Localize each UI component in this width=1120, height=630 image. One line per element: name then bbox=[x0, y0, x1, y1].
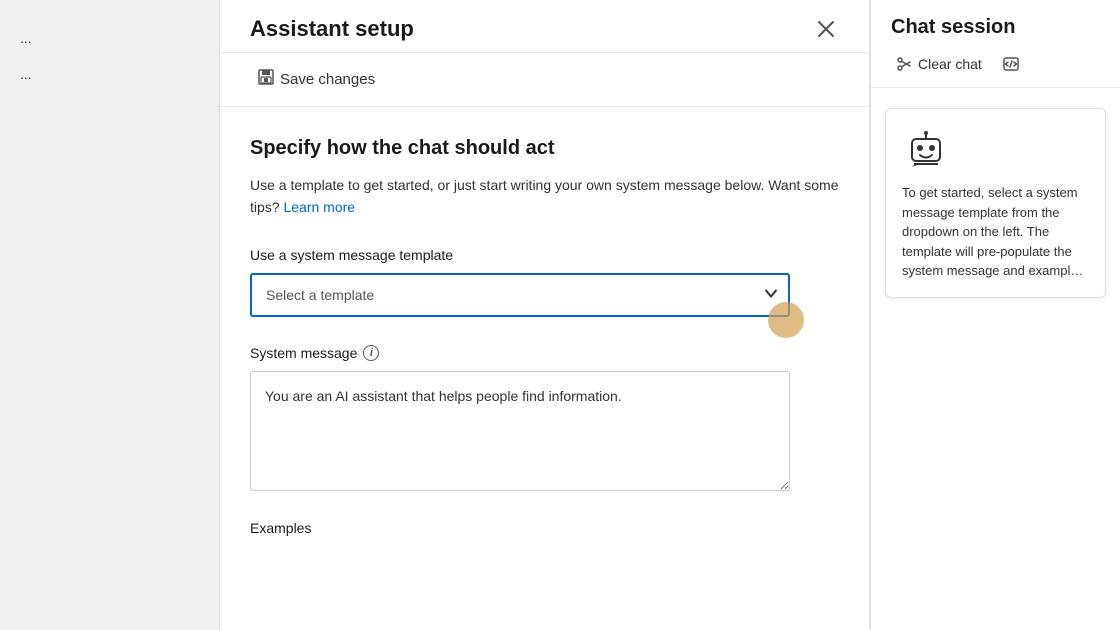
bot-icon bbox=[902, 125, 950, 173]
info-icon: i bbox=[363, 345, 379, 361]
clear-chat-button[interactable]: Clear chat bbox=[891, 53, 986, 75]
system-message-label: System message i bbox=[250, 345, 839, 361]
chat-actions: Clear chat bbox=[891, 53, 1100, 75]
sidebar-item-2[interactable]: ... bbox=[0, 56, 219, 92]
template-field-label: Use a system message template bbox=[250, 247, 839, 263]
clear-chat-icon bbox=[895, 55, 913, 73]
close-button[interactable] bbox=[813, 16, 839, 42]
scissors-icon bbox=[896, 56, 912, 72]
section-description: Use a template to get started, or just s… bbox=[250, 174, 839, 219]
learn-more-link[interactable]: Learn more bbox=[283, 199, 355, 215]
panels-row: Assistant setup Save changes bbox=[220, 0, 1120, 630]
code-icon bbox=[1003, 56, 1019, 72]
system-message-textarea[interactable]: You are an AI assistant that helps peopl… bbox=[250, 371, 790, 491]
template-select-wrapper: Select a template Customer service Gener… bbox=[250, 273, 790, 317]
robot-svg-icon bbox=[904, 127, 948, 171]
save-changes-button[interactable]: Save changes bbox=[250, 65, 383, 94]
chat-session-panel: Chat session Clear chat bbox=[870, 0, 1120, 630]
view-code-button[interactable] bbox=[998, 53, 1024, 75]
chat-session-header: Chat session Clear chat bbox=[871, 0, 1120, 88]
bot-card: To get started, select a system message … bbox=[885, 108, 1106, 298]
save-disk-icon bbox=[258, 69, 274, 85]
template-select[interactable]: Select a template Customer service Gener… bbox=[250, 273, 790, 317]
chat-session-title: Chat session bbox=[891, 16, 1100, 39]
close-icon bbox=[817, 20, 835, 38]
panel-title: Assistant setup bbox=[250, 16, 414, 42]
bot-icon-row bbox=[902, 125, 1089, 173]
toolbar: Save changes bbox=[220, 53, 869, 107]
sidebar-item-1[interactable]: ... bbox=[0, 20, 219, 56]
examples-label: Examples bbox=[250, 520, 839, 536]
sidebar: ... ... bbox=[0, 0, 220, 630]
view-code-icon bbox=[1002, 55, 1020, 73]
panel-body: Specify how the chat should act Use a te… bbox=[220, 107, 869, 630]
save-icon bbox=[258, 69, 274, 90]
save-changes-label: Save changes bbox=[280, 71, 375, 88]
panel-header: Assistant setup bbox=[220, 0, 869, 53]
bot-card-text: To get started, select a system message … bbox=[902, 183, 1089, 281]
assistant-setup-panel: Assistant setup Save changes bbox=[220, 0, 870, 630]
section-heading: Specify how the chat should act bbox=[250, 137, 839, 160]
clear-chat-label: Clear chat bbox=[918, 56, 982, 72]
